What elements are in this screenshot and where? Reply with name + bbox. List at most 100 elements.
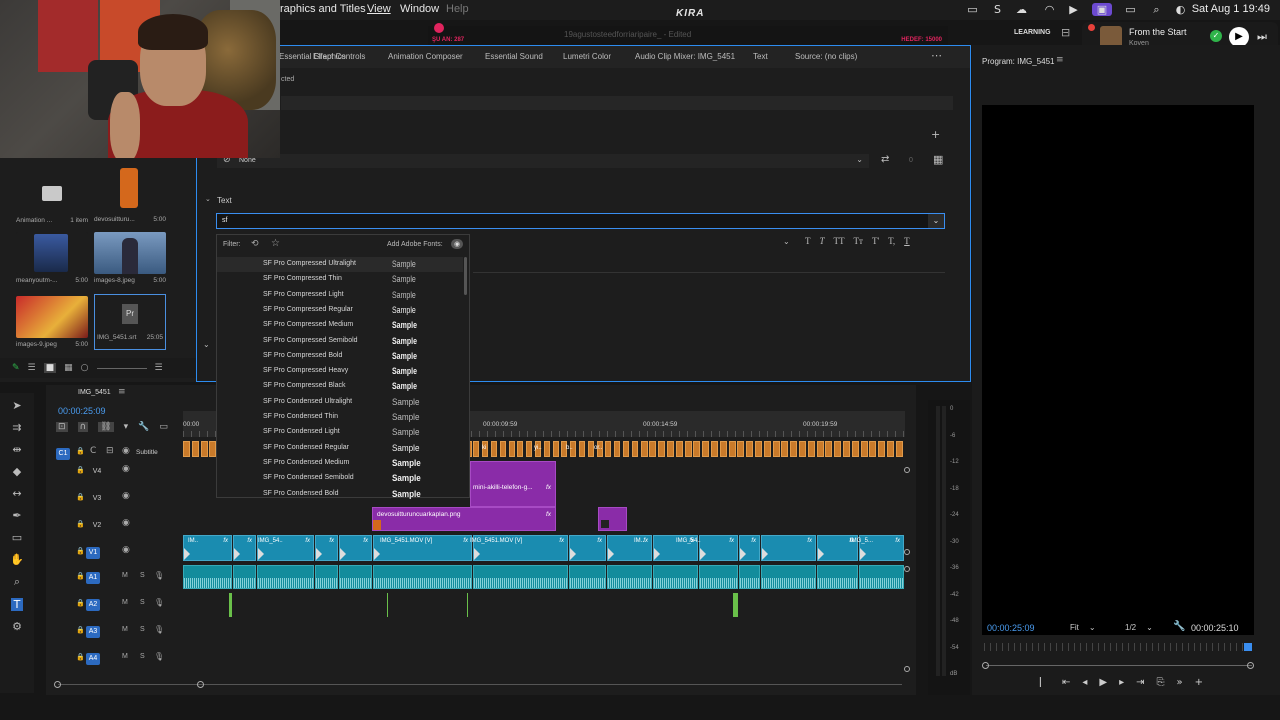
bin-item[interactable]: devosuitturu... 5:00 — [94, 164, 166, 223]
caption-cue-block[interactable] — [799, 441, 806, 457]
caption-cue-block[interactable] — [746, 441, 754, 457]
lock-icon[interactable]: 🔒 — [76, 520, 85, 528]
mute-icon[interactable]: M — [122, 626, 128, 633]
step-back-icon[interactable]: ◂ — [1082, 677, 1087, 688]
pencil-icon[interactable]: ✎ — [12, 363, 20, 373]
font-option[interactable]: SF Pro Compressed Bold Sample — [217, 349, 463, 364]
play-icon[interactable]: ▶ — [1229, 27, 1249, 47]
eye-icon[interactable]: ◉ — [122, 545, 130, 555]
collapse-chevron-icon[interactable]: ⌄ — [205, 195, 211, 203]
caption-cue-block[interactable] — [473, 441, 480, 457]
caption-icon[interactable]: C — [90, 446, 96, 456]
caption-cue-block[interactable] — [491, 441, 497, 457]
font-option[interactable]: SF Pro Compressed Regular Sample — [217, 303, 463, 318]
track-id[interactable]: A1 — [86, 572, 100, 584]
bold-icon[interactable]: T — [805, 236, 811, 246]
font-option[interactable]: SF Pro Compressed Black Sample — [217, 379, 463, 394]
add-button-icon[interactable]: + — [1195, 677, 1203, 688]
caption-cue-block[interactable] — [517, 441, 524, 457]
track-id[interactable]: V1 — [86, 547, 100, 559]
collapse-chevron-icon[interactable]: ⌄ — [203, 340, 210, 349]
a1-clip[interactable] — [739, 565, 760, 589]
caption-cue-block[interactable] — [869, 441, 877, 457]
lock-icon[interactable]: 🔒 — [76, 653, 85, 661]
caption-cue-block[interactable] — [508, 441, 515, 457]
timeline-h-scrollbar[interactable] — [58, 684, 902, 685]
bin-item[interactable]: meanyoutm-... 5:00 — [16, 232, 88, 284]
mark-out-icon[interactable]: ⎸ — [1040, 677, 1050, 688]
menu-graphics-titles[interactable]: raphics and Titles — [280, 3, 366, 15]
track-id[interactable]: V2 — [90, 520, 104, 532]
lock-icon[interactable]: 🔒 — [76, 626, 85, 634]
zoom-tool-icon[interactable]: ⌕ — [14, 575, 20, 589]
pen-icon[interactable]: ✒ — [12, 509, 21, 522]
zoom-handle-left[interactable] — [982, 662, 989, 669]
mic-icon[interactable]: 🎙 — [154, 652, 164, 661]
next-track-icon[interactable]: ⏭ — [1257, 30, 1267, 44]
workspace-label[interactable]: LEARNING — [1014, 29, 1051, 36]
workspace-menu-icon[interactable]: ⊟ — [1061, 26, 1070, 39]
a1-clip[interactable] — [859, 565, 904, 589]
add-layer-icon[interactable]: + — [931, 128, 940, 141]
eye-icon[interactable]: ◉ — [122, 518, 130, 528]
solo-icon[interactable]: S — [140, 572, 145, 579]
font-option[interactable]: SF Pro Condensed Semibold Sample — [217, 471, 463, 486]
lock-icon[interactable]: 🔒 — [76, 599, 85, 607]
track-header-a4[interactable]: A4 🔒 M S 🎙 — [46, 646, 183, 672]
caption-cue-block[interactable] — [834, 441, 842, 457]
mic-icon[interactable]: 🎙 — [154, 625, 164, 634]
caption-cue-block[interactable] — [763, 441, 771, 457]
lock-icon[interactable]: 🔒 — [76, 447, 85, 455]
opacity-value[interactable]: 0 — [909, 157, 913, 164]
track-header-v1[interactable]: V1 🔒 ◉ — [46, 540, 183, 566]
list-view-icon[interactable]: ☰ — [28, 363, 36, 373]
caption-cue-block[interactable] — [895, 441, 903, 457]
linked-selection-icon[interactable]: ⛓ — [98, 422, 114, 432]
tab-text[interactable]: Text — [753, 52, 768, 61]
playhead-marker[interactable] — [1244, 643, 1252, 651]
bin-item[interactable]: images-9.jpeg 5:00 — [16, 296, 88, 348]
solo-icon[interactable]: S — [140, 626, 145, 633]
v1-clip[interactable]: fx — [569, 535, 606, 561]
caption-cue-block[interactable] — [702, 441, 710, 457]
font-option[interactable]: SF Pro Compressed Light Sample — [217, 288, 463, 303]
caption-cue-block[interactable] — [200, 441, 208, 457]
solo-icon[interactable]: S — [140, 599, 145, 606]
sort-icon[interactable]: ☰ — [155, 363, 163, 373]
all-caps-icon[interactable]: TT — [834, 236, 845, 246]
caption-cue-block[interactable] — [790, 441, 798, 457]
go-to-in-icon[interactable]: ⇤ — [1062, 677, 1070, 688]
a1-clip[interactable] — [569, 565, 606, 589]
layer-row[interactable] — [281, 96, 953, 110]
tab-audio-clip-mixer[interactable]: Audio Clip Mixer: IMG_5451 — [635, 52, 735, 61]
a2-clip-marker[interactable] — [467, 593, 468, 617]
mic-icon[interactable]: 🎙 — [154, 598, 164, 607]
rectangle-icon[interactable]: ▭ — [12, 531, 22, 544]
go-to-out-icon[interactable]: ⇥ — [1136, 677, 1144, 688]
clip-mini-akilli-telefon[interactable]: mini-akilli-telefon-g... fx — [470, 461, 556, 507]
fit-dropdown[interactable]: Fit ⌄ — [1070, 623, 1096, 632]
tab-essential-sound[interactable]: Essential Sound — [485, 52, 543, 61]
a1-clip[interactable] — [761, 565, 816, 589]
mic-icon[interactable]: 🎙 — [154, 571, 164, 580]
screen-share-icon[interactable]: ▣ — [1092, 3, 1112, 16]
caption-cue-block[interactable] — [772, 441, 780, 457]
freeform-view-icon[interactable]: ▦ — [64, 363, 73, 373]
hand-icon[interactable]: ✋ — [10, 553, 24, 566]
track-header-a2[interactable]: A2 🔒 M S 🎙 — [46, 592, 183, 618]
scroll-handle[interactable] — [904, 467, 910, 473]
zoom-handle-right[interactable] — [1247, 662, 1254, 669]
eye-icon[interactable]: ◉ — [122, 464, 130, 474]
subscript-icon[interactable]: T, — [888, 236, 895, 246]
caption-settings-icon[interactable]: ⊟ — [106, 446, 114, 456]
timeline-timecode[interactable]: 00:00:25:09 — [58, 406, 106, 416]
lock-icon[interactable]: 🔒 — [76, 466, 85, 474]
zoom-bar[interactable] — [986, 665, 1252, 666]
caption-cue-block[interactable] — [728, 441, 736, 457]
font-option[interactable]: SF Pro Condensed Regular Sample — [217, 441, 463, 456]
playhead-timecode[interactable]: 00:00:25:09 — [987, 623, 1035, 633]
time-ruler[interactable] — [984, 643, 1254, 651]
eye-icon[interactable]: ◉ — [122, 446, 130, 456]
font-option[interactable]: SF Pro Compressed Semibold Sample — [217, 334, 463, 349]
app-icon[interactable]: ▭ — [966, 3, 979, 16]
